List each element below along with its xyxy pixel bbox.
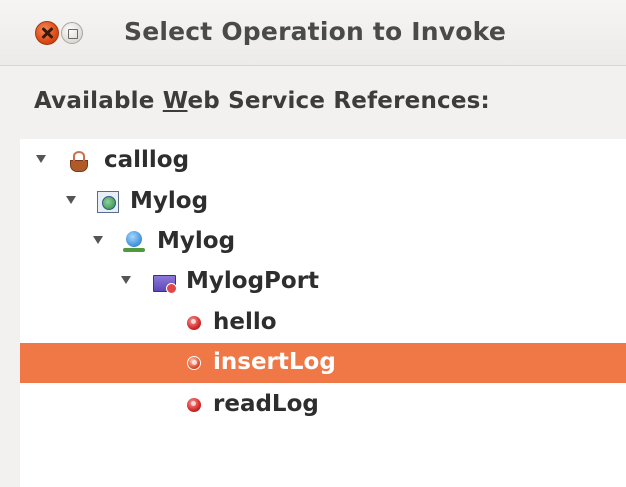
tree-node-insertlog[interactable]: insertLog <box>20 343 626 383</box>
title-bar: Select Operation to Invoke <box>0 0 626 66</box>
expander-icon[interactable] <box>36 155 46 163</box>
coffee-cup-icon <box>68 150 90 172</box>
tree-node-readlog[interactable]: readLog <box>20 385 626 425</box>
tree-node-label: Mylog <box>157 228 236 254</box>
expander-icon[interactable] <box>121 276 131 284</box>
tree-node-label: calllog <box>104 147 190 173</box>
tree-node-mylog-client[interactable]: Mylog <box>20 182 626 222</box>
wsdl-document-icon <box>97 191 119 213</box>
close-button[interactable] <box>35 21 59 45</box>
web-service-icon <box>123 231 145 253</box>
tree-node-label: readLog <box>213 391 319 417</box>
expander-icon[interactable] <box>93 236 103 244</box>
tree-node-hello[interactable]: hello <box>20 303 626 343</box>
tree-node-mylogport[interactable]: MylogPort <box>20 262 626 302</box>
tree-node-label: Mylog <box>130 188 209 214</box>
operation-icon <box>187 398 201 412</box>
tree-node-label: hello <box>213 309 277 335</box>
tree-node-calllog[interactable]: calllog <box>20 141 626 181</box>
expander-icon[interactable] <box>66 196 76 204</box>
operation-icon <box>187 316 201 330</box>
tree-node-mylog-service[interactable]: Mylog <box>20 222 626 262</box>
operation-icon <box>187 356 201 370</box>
web-service-tree[interactable]: calllog Mylog Mylog MylogPort hello inse… <box>20 139 626 487</box>
tree-node-label: insertLog <box>213 349 336 375</box>
tree-node-label: MylogPort <box>186 268 320 294</box>
maximize-button[interactable] <box>61 22 83 44</box>
web-service-references-label: Available Web Service References: <box>34 88 490 114</box>
window-title: Select Operation to Invoke <box>124 17 506 46</box>
port-folder-icon <box>153 271 177 294</box>
